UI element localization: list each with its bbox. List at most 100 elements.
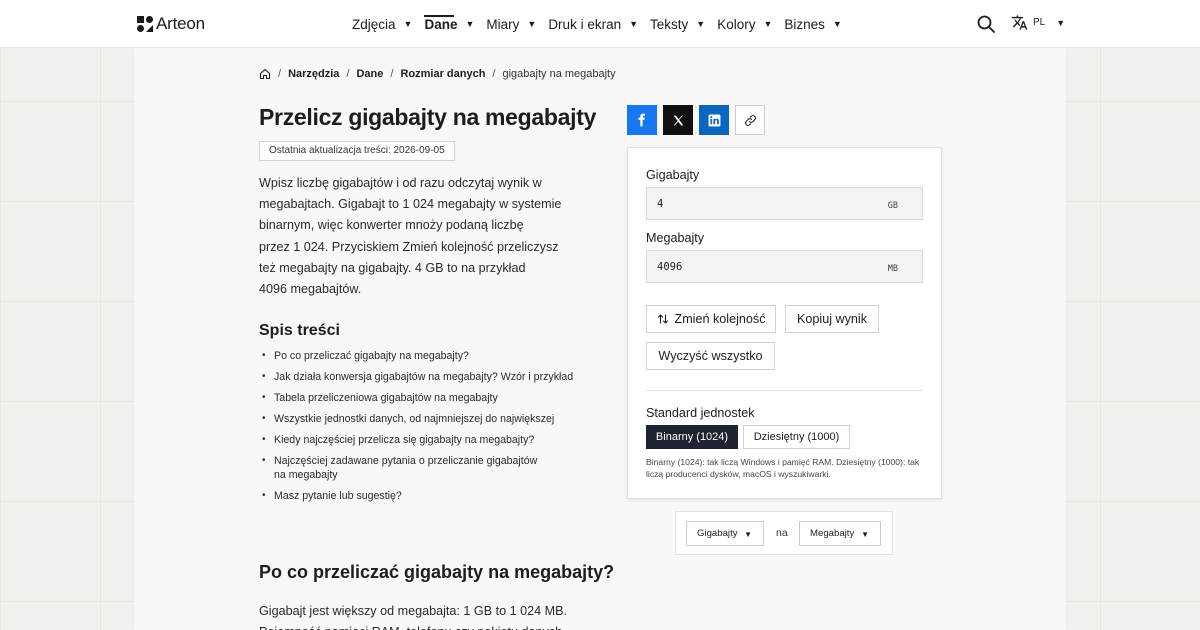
share-x-button[interactable] bbox=[663, 105, 693, 135]
caret-down-icon: ▼ bbox=[744, 530, 752, 539]
caret-down-icon: ▼ bbox=[1056, 17, 1066, 28]
gigabytes-field[interactable]: GB bbox=[646, 187, 923, 220]
language-code: PL bbox=[1033, 17, 1046, 28]
table-of-contents: Po co przeliczać gigabajty na megabajty?… bbox=[262, 349, 573, 510]
toc-item-label: Po co przeliczać gigabajty na megabajty? bbox=[274, 350, 469, 362]
intro-line: Wpisz liczbę gigabajtów i od razu odczyt… bbox=[259, 176, 542, 190]
intro-text: Wpisz liczbę gigabajtów i od razu odczyt… bbox=[259, 173, 589, 300]
from-unit-select[interactable]: Gigabajty ▼ bbox=[686, 521, 764, 546]
breadcrumb-separator: / bbox=[278, 68, 282, 80]
to-unit-value: Megabajty bbox=[810, 528, 855, 539]
main-nav: Zdjęcia ▼ Dane ▼ Miary ▼ Druk i ekran ▼ … bbox=[352, 0, 854, 48]
intro-line: binarnym, więc konwerter mnoży podaną li… bbox=[259, 218, 524, 233]
intro-line: przez 1 024. Przyciskiem Zmień kolejność… bbox=[259, 239, 559, 254]
toc-item[interactable]: Najczęściej zadawane pytania o przelicza… bbox=[262, 454, 573, 482]
nav-label: Teksty bbox=[650, 16, 689, 32]
nav-label: Dane bbox=[424, 14, 458, 32]
nav-item-dane[interactable]: Dane ▼ bbox=[424, 0, 486, 48]
unit-picker: Gigabajty ▼ na Megabajty ▼ bbox=[675, 511, 893, 555]
toc-item-label: Tabela przeliczeniowa gigabajtów na mega… bbox=[274, 392, 498, 404]
nav-label: Zdjęcia bbox=[352, 16, 396, 32]
standard-binary-toggle[interactable]: Binarny (1024) bbox=[646, 425, 738, 449]
gigabytes-label: Gigabajty bbox=[646, 168, 700, 182]
caret-down-icon: ▼ bbox=[403, 19, 413, 29]
intro-line: 4096 megabajtów. bbox=[259, 282, 362, 297]
megabytes-unit: MB bbox=[887, 264, 898, 274]
logo-text: Arteon bbox=[156, 14, 205, 33]
swap-order-button[interactable]: Zmień kolejność bbox=[646, 305, 776, 333]
nav-label: Biznes bbox=[784, 16, 825, 32]
card-divider bbox=[646, 390, 923, 391]
standard-decimal-toggle[interactable]: Dziesiętny (1000) bbox=[743, 425, 850, 449]
share-linkedin-button[interactable] bbox=[699, 105, 729, 135]
toc-title: Spis treści bbox=[259, 322, 340, 339]
logo-mark-icon bbox=[137, 16, 153, 32]
toc-item-label-continued: na megabajty bbox=[274, 469, 338, 481]
toc-item[interactable]: Kiedy najczęściej przelicza się gigabajt… bbox=[262, 433, 573, 447]
site-header: Arteon Zdjęcia ▼ Dane ▼ Miary ▼ Druk i e… bbox=[0, 0, 1200, 48]
breadcrumb-item-dane[interactable]: Dane bbox=[356, 68, 383, 80]
search-icon[interactable] bbox=[977, 15, 995, 33]
to-unit-select[interactable]: Megabajty ▼ bbox=[799, 521, 881, 546]
facebook-icon bbox=[638, 113, 645, 127]
unit-connector: na bbox=[776, 527, 788, 539]
share-facebook-button[interactable] bbox=[627, 105, 657, 135]
converter-card: Gigabajty GB Megabajty MB Zmień kolejnoś… bbox=[627, 147, 942, 499]
breadcrumb-separator: / bbox=[492, 68, 496, 80]
toc-item[interactable]: Tabela przeliczeniowa gigabajtów na mega… bbox=[262, 391, 573, 405]
link-icon bbox=[744, 114, 756, 126]
language-selector[interactable]: PL ▼ bbox=[1011, 14, 1065, 31]
swap-arrows-icon bbox=[657, 314, 668, 324]
toc-item[interactable]: Masz pytanie lub sugestię? bbox=[262, 489, 573, 503]
caret-down-icon: ▼ bbox=[861, 530, 869, 539]
caret-down-icon: ▼ bbox=[696, 19, 706, 29]
section-title: Po co przeliczać gigabajty na megabajty? bbox=[259, 562, 615, 582]
toc-item[interactable]: Jak działa konwersja gigabajtów na megab… bbox=[262, 370, 573, 384]
updated-badge: Ostatnia aktualizacja treści: 2026-09-05 bbox=[259, 141, 455, 161]
swap-order-label: Zmień kolejność bbox=[674, 312, 766, 326]
breadcrumb-separator: / bbox=[390, 68, 394, 80]
nav-label: Kolory bbox=[717, 16, 756, 32]
intro-line: też megabajty na gigabajty. 4 GB to na p… bbox=[259, 260, 526, 275]
nav-label: Miary bbox=[486, 16, 520, 32]
toc-item-label: Najczęściej zadawane pytania o przelicza… bbox=[274, 455, 538, 467]
logo[interactable]: Arteon bbox=[137, 14, 205, 34]
nav-item-miary[interactable]: Miary ▼ bbox=[486, 0, 548, 48]
toc-item[interactable]: Wszystkie jednostki danych, od najmniejs… bbox=[262, 412, 573, 426]
clear-all-label: Wyczyść wszystko bbox=[658, 349, 763, 363]
breadcrumb-item-narzedzia[interactable]: Narzędzia bbox=[288, 68, 339, 80]
caret-down-icon: ▼ bbox=[832, 19, 842, 29]
breadcrumb-item-rozmiar-danych[interactable]: Rozmiar danych bbox=[400, 68, 485, 80]
nav-item-druk-i-ekran[interactable]: Druk i ekran ▼ bbox=[548, 0, 650, 48]
home-icon[interactable] bbox=[259, 68, 271, 80]
megabytes-label: Megabajty bbox=[646, 231, 705, 245]
section-text: Gigabajt jest większy od megabajta: 1 GB… bbox=[259, 604, 568, 618]
nav-item-zdjecia[interactable]: Zdjęcia ▼ bbox=[352, 0, 424, 48]
intro-line: megabajtach. Gigabajt to 1 024 megabajty… bbox=[259, 197, 562, 212]
toc-item-label: Masz pytanie lub sugestię? bbox=[274, 490, 402, 502]
clear-all-button[interactable]: Wyczyść wszystko bbox=[646, 342, 775, 370]
gigabytes-input[interactable] bbox=[647, 188, 877, 219]
unit-standard-label: Standard jednostek bbox=[646, 406, 755, 420]
copy-result-button[interactable]: Kopiuj wynik bbox=[785, 305, 879, 333]
translate-icon bbox=[1011, 15, 1028, 30]
megabytes-input[interactable] bbox=[647, 251, 877, 282]
breadcrumb: / Narzędzia / Dane / Rozmiar danych / gi… bbox=[259, 68, 616, 80]
copy-result-label: Kopiuj wynik bbox=[797, 312, 867, 326]
megabytes-field[interactable]: MB bbox=[646, 250, 923, 283]
nav-item-teksty[interactable]: Teksty ▼ bbox=[650, 0, 717, 48]
section-text-partial: Pojemność pamięci RAM, telefonu czy paki… bbox=[259, 622, 562, 630]
nav-item-kolory[interactable]: Kolory ▼ bbox=[717, 0, 784, 48]
breadcrumb-separator: / bbox=[346, 68, 350, 80]
caret-down-icon: ▼ bbox=[763, 19, 773, 29]
caret-down-icon: ▼ bbox=[527, 19, 537, 29]
nav-label: Druk i ekran bbox=[548, 16, 622, 32]
share-buttons bbox=[627, 105, 765, 135]
from-unit-value: Gigabajty bbox=[697, 528, 738, 539]
toc-item[interactable]: Po co przeliczać gigabajty na megabajty? bbox=[262, 349, 573, 363]
caret-down-icon: ▼ bbox=[465, 19, 475, 29]
nav-item-biznes[interactable]: Biznes ▼ bbox=[784, 0, 853, 48]
copy-link-button[interactable] bbox=[735, 105, 765, 135]
page-title: Przelicz gigabajty na megabajty bbox=[259, 104, 597, 130]
toc-item-label: Kiedy najczęściej przelicza się gigabajt… bbox=[274, 434, 535, 446]
